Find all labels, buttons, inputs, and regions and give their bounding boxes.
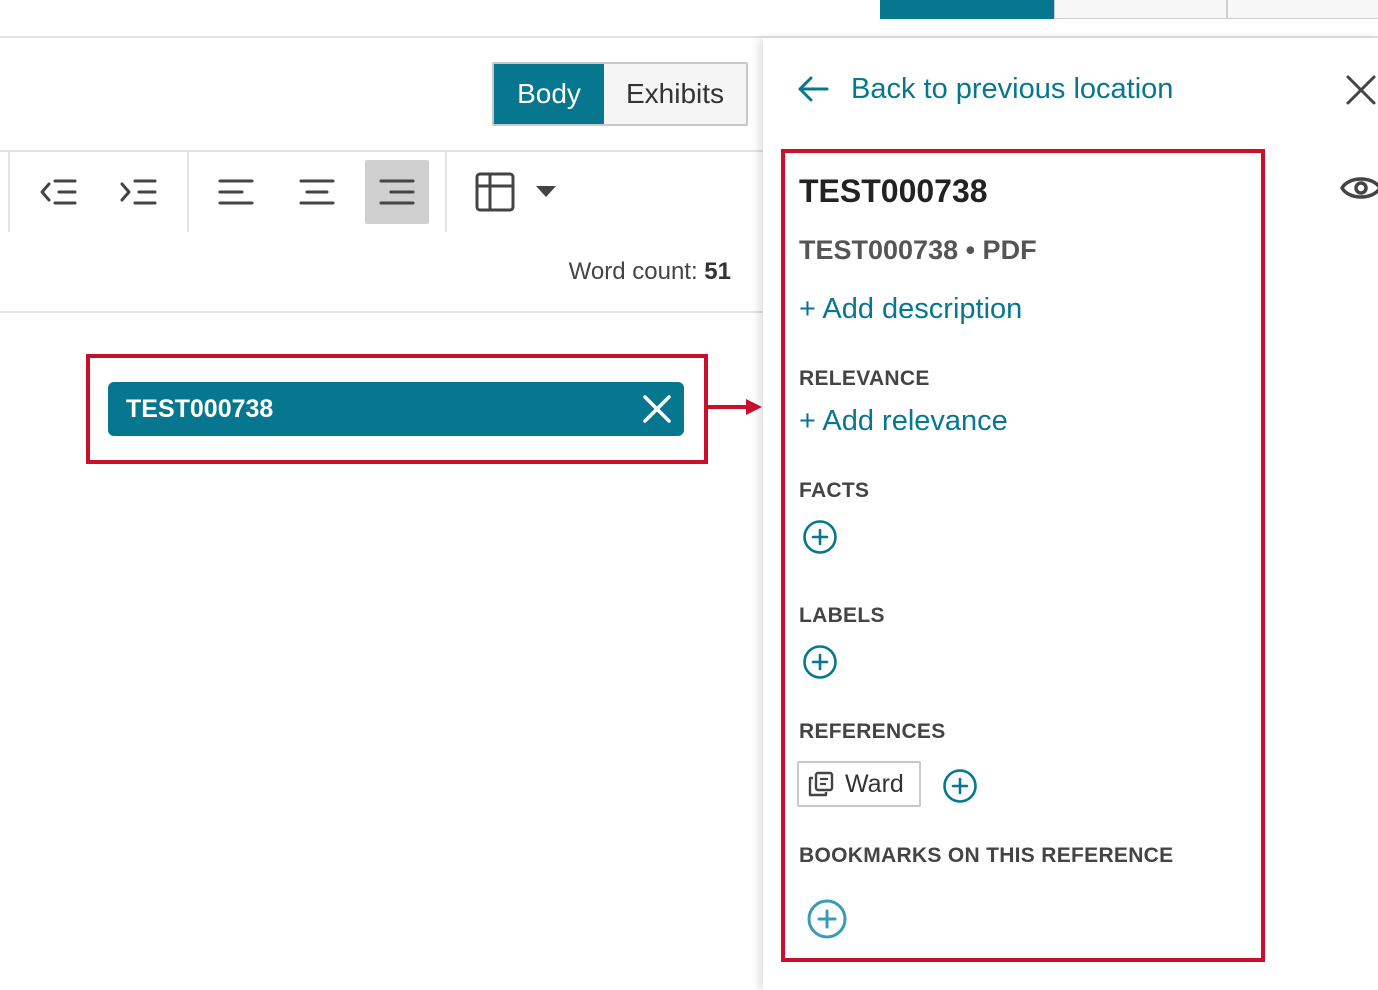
- callout-arrow-line: [708, 405, 750, 409]
- indent-button[interactable]: [107, 160, 171, 224]
- callout-arrow-head: [746, 399, 762, 415]
- exhibit-detail-panel: Back to previous location TEST000738 TES…: [763, 38, 1378, 990]
- toolbar-separator: [8, 152, 10, 232]
- add-bookmark-button[interactable]: [806, 898, 848, 940]
- table-dropdown-button[interactable]: [522, 160, 570, 224]
- word-count-value: 51: [704, 258, 731, 285]
- bookmarks-heading: BOOKMARKS ON THIS REFERENCE: [799, 844, 1174, 867]
- toolbar-separator: [445, 152, 447, 232]
- add-description-link[interactable]: + Add description: [799, 293, 1022, 326]
- eye-icon: [1340, 177, 1378, 199]
- close-icon: [1346, 75, 1376, 105]
- indent-icon: [120, 179, 157, 205]
- align-center-icon: [299, 179, 335, 205]
- top-tab-active[interactable]: [880, 0, 1054, 19]
- reference-chip[interactable]: Ward: [797, 761, 921, 807]
- insert-table-button[interactable]: [463, 160, 527, 224]
- align-center-button[interactable]: [285, 160, 349, 224]
- align-right-icon: [379, 179, 415, 205]
- editor-pane: Body Exhibits Word count: 51 TEST000738: [0, 38, 763, 990]
- remove-chip-button[interactable]: [640, 392, 674, 426]
- content-divider: [0, 311, 763, 313]
- top-tab-2[interactable]: [1054, 0, 1227, 19]
- exhibit-chip[interactable]: TEST000738: [108, 382, 684, 436]
- exhibit-details: TEST000738 TEST000738 • PDF + Add descri…: [781, 149, 1265, 962]
- relevance-heading: RELEVANCE: [799, 367, 930, 390]
- preview-button[interactable]: [1339, 170, 1378, 206]
- add-label-button[interactable]: [802, 644, 838, 680]
- exhibit-chip-label: TEST000738: [126, 394, 274, 423]
- exhibits-tab[interactable]: Exhibits: [604, 64, 746, 124]
- align-left-button[interactable]: [204, 160, 268, 224]
- reference-chip-label: Ward: [845, 769, 904, 798]
- body-tab[interactable]: Body: [494, 64, 604, 124]
- formatting-toolbar: [0, 150, 763, 232]
- outdent-button[interactable]: [27, 160, 91, 224]
- align-right-button[interactable]: [365, 160, 429, 224]
- word-count: Word count: 51: [569, 258, 731, 286]
- exhibit-title: TEST000738: [799, 173, 988, 209]
- view-toggle: Body Exhibits: [492, 62, 748, 126]
- close-icon: [643, 395, 671, 423]
- add-fact-button[interactable]: [802, 519, 838, 555]
- back-link-label: Back to previous location: [851, 72, 1174, 105]
- exhibit-subtitle: TEST000738 • PDF: [799, 235, 1037, 265]
- plus-circle-icon: [807, 899, 847, 939]
- toolbar-separator: [187, 152, 189, 232]
- references-heading: REFERENCES: [799, 720, 946, 743]
- top-tab-3[interactable]: [1227, 0, 1378, 19]
- back-to-previous-link[interactable]: Back to previous location: [797, 72, 1173, 106]
- plus-circle-icon: [803, 520, 837, 554]
- facts-heading: FACTS: [799, 479, 870, 502]
- plus-circle-icon: [943, 769, 977, 803]
- word-count-label: Word count:: [568, 258, 698, 285]
- add-relevance-link[interactable]: + Add relevance: [799, 405, 1008, 438]
- table-icon: [475, 172, 515, 212]
- align-left-icon: [218, 179, 254, 205]
- outdent-icon: [40, 179, 77, 205]
- plus-circle-icon: [803, 645, 837, 679]
- labels-heading: LABELS: [799, 604, 885, 627]
- top-header: [0, 0, 1378, 38]
- caret-down-icon: [536, 186, 556, 197]
- add-reference-button[interactable]: [942, 768, 978, 804]
- close-panel-button[interactable]: [1345, 74, 1378, 110]
- document-link-icon: [808, 771, 834, 797]
- arrow-left-icon: [797, 72, 831, 106]
